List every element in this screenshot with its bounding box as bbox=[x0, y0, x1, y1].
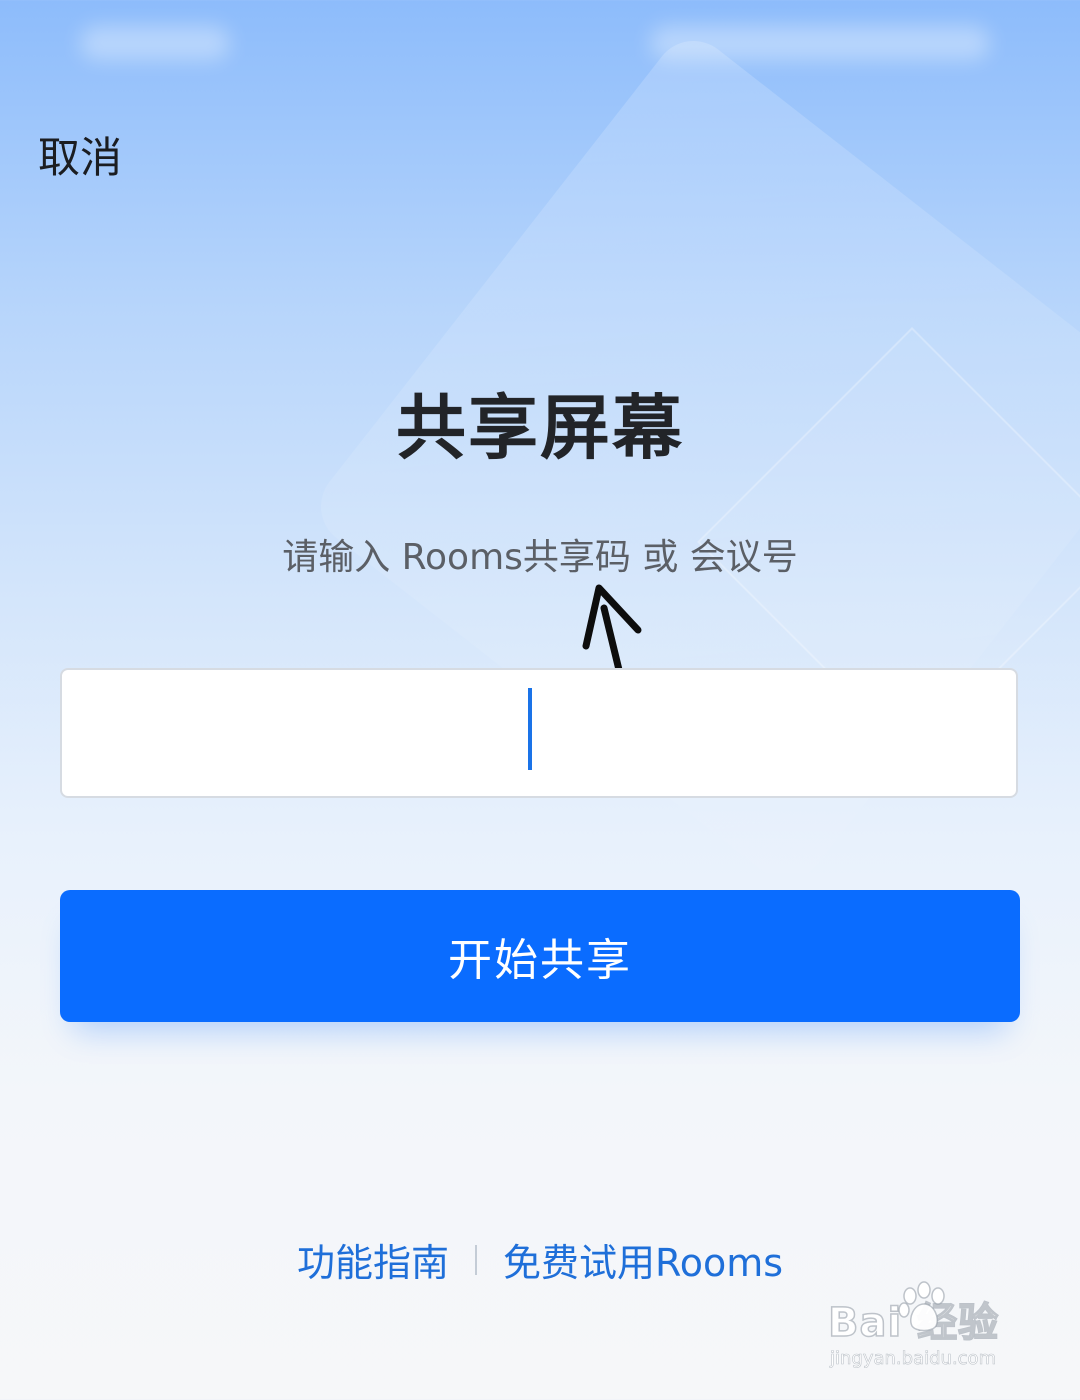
code-input-container[interactable] bbox=[60, 668, 1018, 798]
status-bar-left-blurred bbox=[80, 26, 230, 60]
input-instruction: 请输入 Rooms共享码 或 会议号 bbox=[282, 537, 798, 578]
cancel-button[interactable]: 取消 bbox=[38, 124, 122, 185]
footer-divider bbox=[475, 1244, 477, 1275]
feature-guide-link[interactable]: 功能指南 bbox=[297, 1232, 449, 1287]
free-trial-rooms-link[interactable]: 免费试用Rooms bbox=[503, 1232, 783, 1287]
page-title: 共享屏幕 bbox=[396, 387, 684, 469]
watermark-url: jingyan.baidu.com bbox=[830, 1348, 997, 1370]
paw-icon bbox=[898, 1281, 945, 1332]
footer-links: 功能指南 免费试用Rooms bbox=[0, 1232, 1080, 1287]
status-bar-right-blurred bbox=[650, 26, 990, 60]
start-share-button[interactable]: 开始共享 bbox=[60, 890, 1020, 1022]
status-bar bbox=[0, 0, 1080, 90]
share-code-input[interactable] bbox=[62, 670, 1016, 796]
baidu-jingyan-watermark: Bai 经验 jingyan.baidu.com bbox=[827, 1281, 1028, 1380]
text-cursor bbox=[528, 688, 532, 770]
